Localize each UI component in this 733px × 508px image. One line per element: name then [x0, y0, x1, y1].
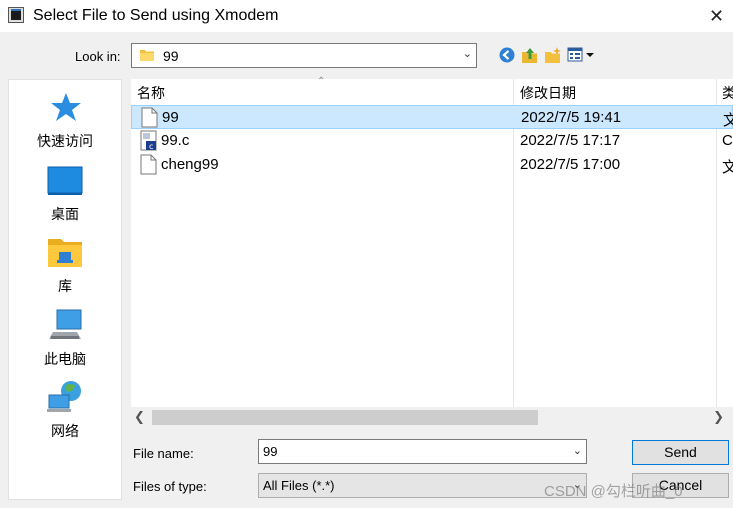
blank-file-icon — [140, 154, 157, 175]
file-type: 文 — [723, 112, 733, 129]
file-row[interactable]: cheng99 2022/7/5 17:00 文 — [131, 153, 733, 177]
file-list-header: 名称 ⌃ 修改日期 类 — [131, 76, 733, 103]
c-source-file-icon: c — [140, 130, 157, 151]
sort-ascending-icon: ⌃ — [317, 76, 326, 87]
horizontal-scrollbar[interactable]: ❮ ❯ — [131, 407, 733, 428]
look-in-dropdown[interactable]: 99 ⌄ — [131, 43, 477, 68]
file-type-value: All Files (*.*) — [263, 478, 335, 493]
file-date: 2022/7/5 17:00 — [520, 156, 621, 173]
file-row[interactable]: 99 2022/7/5 19:41 文 — [131, 105, 733, 129]
scroll-right-icon[interactable]: ❯ — [713, 409, 724, 425]
file-date: 2022/7/5 19:41 — [521, 109, 622, 126]
chevron-down-icon[interactable]: ⌄ — [573, 444, 582, 457]
library-icon — [48, 239, 82, 267]
file-type-label: Files of type: — [133, 479, 207, 494]
close-button[interactable]: ✕ — [700, 2, 733, 30]
svg-text:c: c — [149, 142, 153, 151]
blank-file-icon — [141, 107, 158, 128]
title-bar: Select File to Send using Xmodem ✕ — [0, 0, 733, 32]
look-in-value: 99 — [163, 48, 179, 64]
file-name: cheng99 — [161, 156, 219, 173]
place-this-pc[interactable]: 此电脑 — [9, 308, 121, 369]
chevron-down-icon[interactable]: ⌄ — [463, 47, 472, 60]
place-desktop[interactable]: 桌面 — [9, 163, 121, 224]
file-name-label: File name: — [133, 446, 194, 461]
star-icon — [51, 93, 81, 121]
place-label: 库 — [58, 278, 72, 294]
file-row[interactable]: c 99.c 2022/7/5 17:17 C — [131, 129, 733, 153]
watermark-text: CSDN @勾栏听曲_0 — [544, 483, 683, 500]
place-label: 此电脑 — [44, 351, 86, 367]
column-header-date[interactable]: 修改日期 — [520, 83, 576, 103]
look-in-label: Look in: — [75, 49, 121, 64]
column-header-name[interactable]: 名称 — [137, 83, 165, 103]
file-list[interactable]: 名称 ⌃ 修改日期 类 99 2022/7/5 19:41 文 c 99.c 2… — [131, 76, 733, 428]
app-icon — [8, 7, 24, 23]
file-name-value: 99 — [263, 444, 278, 459]
place-quick-access[interactable]: 快速访问 — [9, 90, 121, 151]
file-type: C — [722, 132, 733, 149]
folder-icon — [140, 50, 154, 61]
column-header-type[interactable]: 类 — [722, 83, 733, 103]
file-name: 99 — [162, 109, 179, 126]
scrollbar-thumb[interactable] — [152, 410, 538, 425]
window-title: Select File to Send using Xmodem — [33, 7, 279, 24]
place-label: 桌面 — [51, 206, 79, 222]
file-name: 99.c — [161, 132, 190, 149]
places-bar: 快速访问 桌面 库 此电脑 网络 — [8, 79, 122, 500]
file-date: 2022/7/5 17:17 — [520, 132, 621, 149]
view-menu-icon[interactable] — [567, 46, 597, 64]
close-icon: ✕ — [708, 5, 725, 26]
place-network[interactable]: 网络 — [9, 380, 121, 441]
scroll-left-icon[interactable]: ❮ — [134, 409, 145, 425]
file-name-input[interactable]: 99 ⌄ — [258, 439, 587, 464]
back-icon[interactable] — [498, 46, 516, 64]
file-type-dropdown[interactable]: All Files (*.*) ⌄ — [258, 473, 587, 498]
up-folder-icon[interactable] — [521, 46, 539, 64]
send-button[interactable]: Send — [632, 440, 729, 465]
computer-icon — [49, 309, 82, 339]
place-library[interactable]: 库 — [9, 235, 121, 296]
new-folder-icon[interactable] — [544, 46, 562, 64]
desktop-icon — [47, 166, 83, 195]
network-icon — [47, 381, 81, 412]
place-label: 快速访问 — [37, 133, 93, 149]
file-type: 文 — [722, 159, 733, 176]
place-label: 网络 — [51, 423, 79, 439]
